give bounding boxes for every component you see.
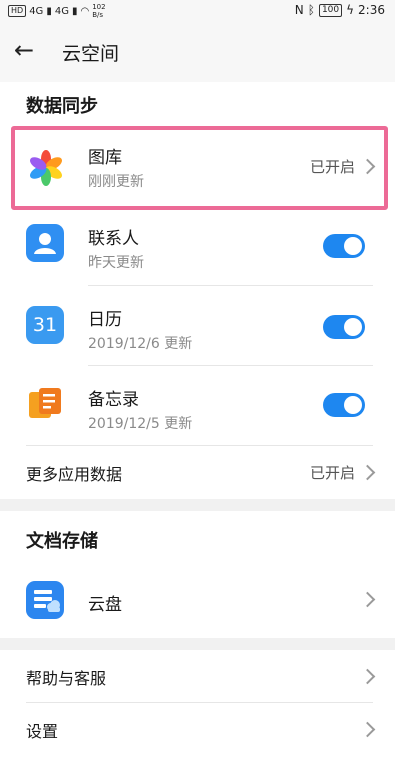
status-right: N ᛒ 100 ϟ 2:36 — [295, 3, 385, 17]
contacts-title: 联系人 — [88, 229, 139, 249]
notes-toggle[interactable] — [323, 393, 365, 417]
contacts-icon — [26, 224, 64, 262]
app-bar: ← 云空间 — [0, 24, 395, 82]
page-title: 云空间 — [62, 43, 120, 65]
more-app-data-label: 更多应用数据 — [26, 465, 123, 484]
section-title-docs: 文档存储 — [26, 531, 98, 552]
sync-item-contacts[interactable]: 联系人 昨天更新 — [0, 206, 395, 286]
cloud-drive-row[interactable]: 云盘 — [0, 567, 395, 637]
status-left: HD 4G ▮ 4G ▮ ◠ 102 B/s — [8, 3, 106, 19]
charging-icon: ϟ — [346, 3, 355, 17]
calendar-icon: 31 — [26, 306, 64, 344]
net-speed: 102 B/s — [92, 3, 106, 19]
nfc-icon: N — [294, 3, 304, 17]
more-app-data[interactable]: 更多应用数据 已开启 — [0, 446, 395, 499]
calendar-title: 日历 — [88, 310, 122, 330]
bluetooth-icon: ᛒ — [307, 3, 315, 17]
battery-indicator: 100 — [318, 3, 343, 17]
misc-card: 帮助与客服 设置 — [0, 650, 395, 781]
help-label: 帮助与客服 — [26, 669, 107, 688]
contacts-toggle[interactable] — [323, 234, 365, 258]
sync-item-calendar[interactable]: 31 日历 2019/12/6 更新 — [0, 286, 395, 366]
network-1: 4G — [29, 5, 44, 17]
more-app-data-status: 已开启 — [309, 464, 355, 482]
docs-card: 文档存储 云盘 — [0, 511, 395, 638]
signal-icon: ▮ — [71, 5, 78, 17]
clock: 2:36 — [358, 3, 385, 17]
hd-badge: HD — [8, 5, 27, 17]
network-2: 4G — [54, 5, 69, 17]
chevron-right-icon — [359, 591, 376, 608]
calendar-subtitle: 2019/12/6 更新 — [88, 336, 193, 352]
settings-row[interactable]: 设置 — [0, 703, 395, 756]
help-row[interactable]: 帮助与客服 — [0, 650, 395, 703]
contacts-subtitle: 昨天更新 — [88, 255, 144, 271]
cloud-drive-label: 云盘 — [88, 595, 122, 615]
sync-item-notes[interactable]: 备忘录 2019/12/5 更新 — [0, 366, 395, 446]
chevron-right-icon — [359, 668, 376, 685]
wifi-icon: ◠ — [80, 5, 90, 17]
chevron-right-icon — [359, 721, 376, 738]
highlight-box — [11, 126, 388, 210]
settings-label: 设置 — [26, 722, 59, 741]
cloud-drive-icon — [26, 581, 64, 619]
arrow-left-icon[interactable]: ← — [14, 36, 42, 64]
section-title-sync: 数据同步 — [26, 96, 98, 117]
status-bar: HD 4G ▮ 4G ▮ ◠ 102 B/s N ᛒ 100 ϟ 2:36 — [0, 0, 395, 24]
signal-icon: ▮ — [46, 5, 52, 17]
notes-icon — [26, 384, 64, 422]
notes-title: 备忘录 — [88, 390, 139, 410]
notes-subtitle: 2019/12/5 更新 — [88, 416, 193, 432]
calendar-toggle[interactable] — [323, 315, 365, 339]
chevron-right-icon — [359, 464, 376, 481]
